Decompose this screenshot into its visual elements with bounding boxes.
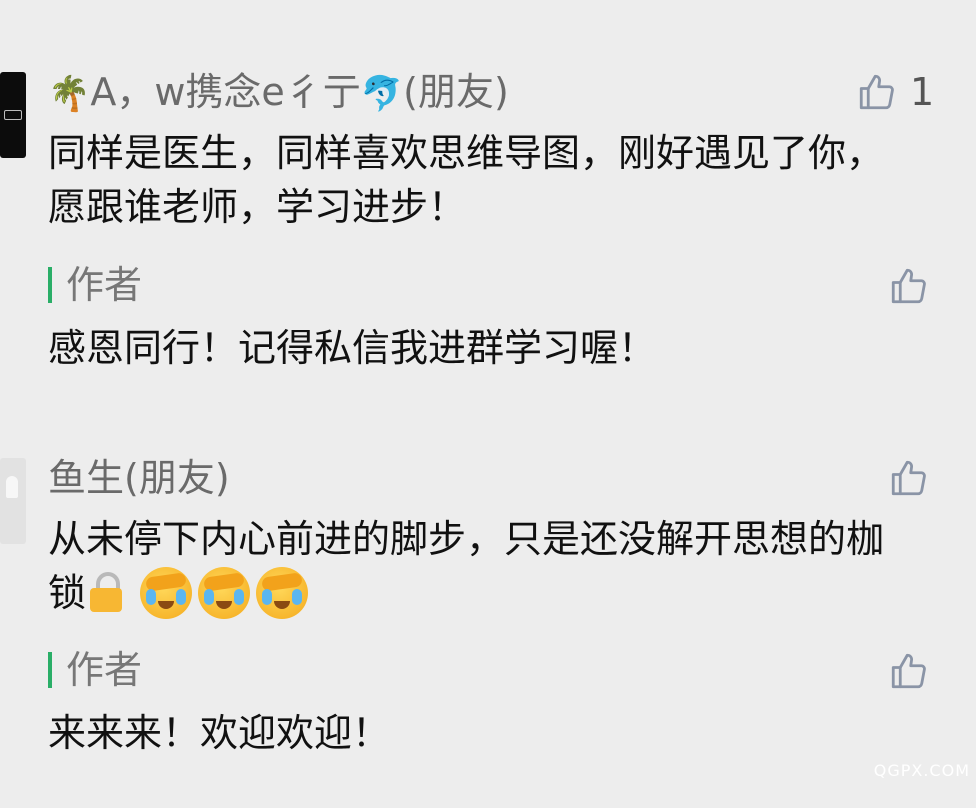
- avatar[interactable]: [0, 458, 26, 544]
- author-reply-header: 作者: [48, 263, 142, 307]
- face-palm-crying-icon: [140, 567, 193, 619]
- like-button[interactable]: [888, 650, 930, 692]
- dolphin-icon: 🐬: [360, 74, 404, 114]
- face-palm-crying-icon: [256, 567, 309, 619]
- like-button[interactable]: [888, 265, 930, 307]
- author-bar: [48, 267, 52, 303]
- author-reply-text: 来来来！欢迎欢迎！: [48, 711, 391, 755]
- author-reply-text: 感恩同行！记得私信我进群学习喔！: [48, 326, 657, 370]
- comment-username[interactable]: 鱼生(朋友): [48, 456, 230, 500]
- like-button[interactable]: [888, 457, 930, 499]
- thumbs-up-icon: [891, 268, 926, 304]
- emoji-row: [90, 567, 314, 619]
- thumbs-up-icon: [891, 653, 926, 689]
- avatar[interactable]: [0, 72, 26, 158]
- comment-list: 🌴A，w携念e彳亍🐬(朋友) 1 同样是医生，同样喜欢思维导图，刚好遇见了你，愿…: [0, 0, 976, 808]
- comment-username[interactable]: 🌴A，w携念e彳亍🐬(朋友): [48, 70, 509, 116]
- comment-text: 从未停下内心前进的脚步，只是还没解开思想的枷锁: [48, 512, 908, 620]
- watermark: QGPX.COM: [873, 761, 970, 780]
- palm-tree-icon: 🌴: [48, 74, 91, 114]
- like-count: 1: [910, 70, 935, 114]
- like-button[interactable]: 1: [856, 70, 934, 114]
- thumbs-up-icon: [891, 460, 926, 496]
- lock-icon: [90, 572, 123, 614]
- author-label: 作者: [66, 263, 143, 307]
- comment-text: 同样是医生，同样喜欢思维导图，刚好遇见了你，愿跟谁老师，学习进步！: [48, 131, 885, 229]
- thumbs-up-icon: [859, 74, 894, 110]
- author-label: 作者: [66, 648, 143, 692]
- author-bar: [48, 652, 52, 688]
- face-palm-crying-icon: [198, 567, 251, 619]
- author-reply-header: 作者: [48, 648, 142, 692]
